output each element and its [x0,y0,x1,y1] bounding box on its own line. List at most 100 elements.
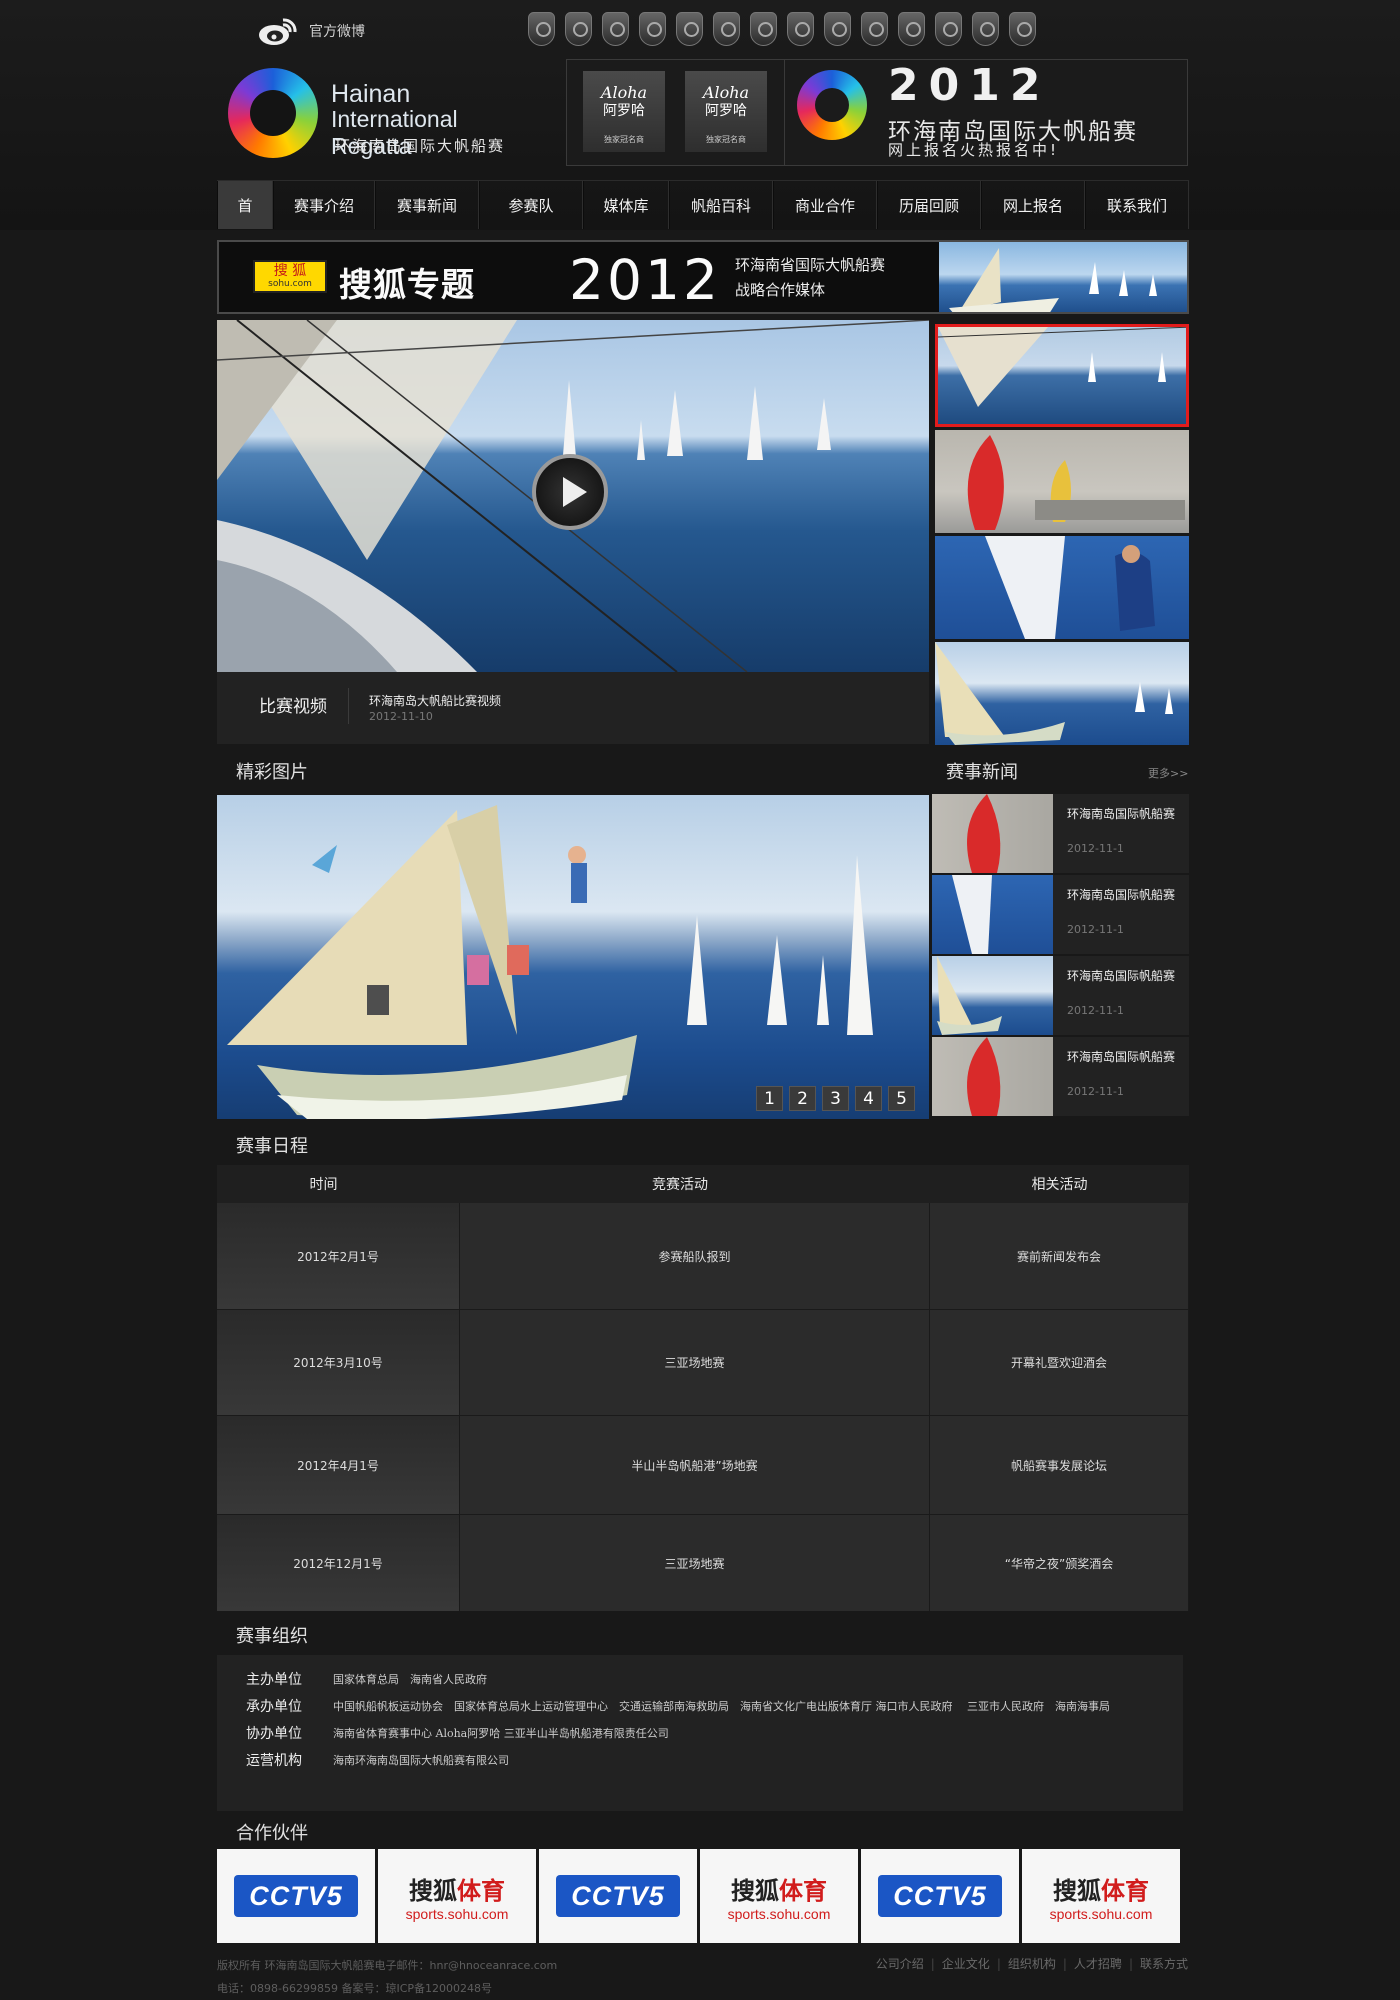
aloha-sponsor-logo[interactable]: Aloha 阿罗哈 独家冠名商 [583,71,665,152]
sohu-sports-url: sports.sohu.com [405,1905,509,1922]
aloha-sponsor-logo[interactable]: Aloha 阿罗哈 独家冠名商 [685,71,767,152]
site-logo[interactable]: Hainan International Regatta 环海南岛国际大帆船赛 [228,66,538,166]
news-item[interactable]: 环海南岛国际帆船赛 2012-11-1 [932,1037,1189,1116]
news-item[interactable]: 环海南岛国际帆船赛 2012-11-1 [932,875,1189,954]
gallery-page-2[interactable]: 2 [789,1086,816,1111]
nav-home[interactable]: 首 [217,181,273,229]
weibo-label: 官方微博 [309,24,365,40]
team-badge-icon[interactable] [1009,12,1036,46]
weibo-icon [259,18,297,45]
nav-history[interactable]: 历届回顾 [877,181,981,229]
news-more-link[interactable]: 更多>> [1148,765,1188,781]
regatta-swirl-logo-icon [797,70,867,140]
team-badge-icon[interactable] [528,12,555,46]
partner-cctv5-logo[interactable]: CCTV5 [539,1849,697,1943]
team-badge-icon[interactable] [565,12,592,46]
nav-teams[interactable]: 参赛队 [479,181,583,229]
schedule-row: 2012年2月1号 参赛船队报到 赛前新闻发布会 [217,1203,1189,1310]
match-video-panel: 比赛视频 环海南岛大帆船比赛视频 2012-11-10 [217,320,929,744]
team-badge-icon[interactable] [787,12,814,46]
nav-event-intro[interactable]: 赛事介绍 [273,181,375,229]
partner-sohu-sports-logo[interactable]: 搜狐体育 sports.sohu.com [1022,1849,1180,1943]
team-badge-icon[interactable] [898,12,925,46]
promo-year: 2012 [888,60,1051,111]
organization-panel: 主办单位 国家体育总局 海南省人民政府 承办单位 中国帆船帆板运动协会 国家体育… [217,1655,1183,1811]
news-item[interactable]: 环海南岛国际帆船赛 2012-11-1 [932,956,1189,1035]
sohu-logo-cn: 搜 狐 [273,263,307,279]
aloha-cn: 阿罗哈 [705,103,747,119]
footer-link-contact[interactable]: 联系方式 [1140,1957,1188,1971]
org-label: 协办单位 [246,1726,302,1742]
main-nav: 首 赛事介绍 赛事新闻 参赛队 媒体库 帆船百科 商业合作 历届回顾 网上报名 … [217,180,1189,229]
partner-cctv5-logo[interactable]: CCTV5 [861,1849,1019,1943]
news-list: 环海南岛国际帆船赛 2012-11-1 环海南岛国际帆船赛 2012-11-1 环海… [932,794,1189,1118]
nav-contact[interactable]: 联系我们 [1085,181,1189,229]
org-row: 承办单位 中国帆船帆板运动协会 国家体育总局水上运动管理中心 交通运输部南海救助… [246,1696,1183,1717]
schedule-cell-related: 赛前新闻发布会 [930,1203,1189,1309]
org-value: 海南省体育赛事中心 Aloha阿罗哈 三亚半山半岛帆船港有限责任公司 [333,1727,669,1740]
nav-register[interactable]: 网上报名 [981,181,1085,229]
video-still[interactable] [217,320,929,672]
divider [784,60,785,165]
org-label: 承办单位 [246,1699,302,1715]
team-badge-icon[interactable] [676,12,703,46]
promo-subtitle: 网上报名火热报名中! [888,141,1060,159]
schedule-row: 2012年12月1号 三亚场地赛 “华帝之夜”颁奖酒会 [217,1515,1189,1611]
nav-media[interactable]: 媒体库 [583,181,669,229]
team-badge-icon[interactable] [824,12,851,46]
gallery-page-5[interactable]: 5 [888,1086,915,1111]
team-badge-icon[interactable] [639,12,666,46]
gallery-page-4[interactable]: 4 [855,1086,882,1111]
nav-business[interactable]: 商业合作 [773,181,877,229]
sohu-special-banner[interactable]: 搜 狐 sohu.com 搜狐专题 2012 环海南省国际大帆船赛 战略合作媒体 [217,240,1189,314]
schedule-cell-time: 2012年2月1号 [217,1203,460,1309]
video-title[interactable]: 环海南岛大帆船比赛视频 [369,692,501,709]
gallery-page-1[interactable]: 1 [756,1086,783,1111]
footer-link-organization[interactable]: 组织机构 [1008,1957,1056,1971]
schedule-cell-race: 半山半岛帆船港”场地赛 [460,1416,930,1514]
news-thumbnail [932,794,1053,873]
sohu-banner-year: 2012 [569,248,721,312]
divider [348,688,349,724]
nav-news[interactable]: 赛事新闻 [375,181,479,229]
sohu-banner-line-1: 环海南省国际大帆船赛 [735,256,886,274]
footer-link-about[interactable]: 公司介绍 [876,1957,924,1971]
header-promo[interactable]: Aloha 阿罗哈 独家冠名商 Aloha 阿罗哈 独家冠名商 2012 环海南… [566,59,1188,166]
partner-sohu-sports-logo[interactable]: 搜狐体育 sports.sohu.com [378,1849,536,1943]
news-title[interactable]: 环海南岛国际帆船赛 [1067,967,1175,984]
sohu-sports-name: 搜狐 [731,1876,779,1905]
partner-sohu-sports-logo[interactable]: 搜狐体育 sports.sohu.com [700,1849,858,1943]
team-badge-icon[interactable] [935,12,962,46]
footer-link-careers[interactable]: 人才招聘 [1074,1957,1122,1971]
news-title[interactable]: 环海南岛国际帆船赛 [1067,805,1175,822]
schedule-table: 时间 竞赛活动 相关活动 2012年2月1号 参赛船队报到 赛前新闻发布会 20… [217,1165,1189,1611]
org-row: 主办单位 国家体育总局 海南省人民政府 [246,1669,1183,1690]
cctv5-logo-text: CCTV5 [878,1875,1002,1917]
team-badge-icon[interactable] [972,12,999,46]
video-thumbnail[interactable] [935,324,1189,427]
footer-contact: 电话：0898-66299859 备案号：琼ICP备12000248号 [217,1982,492,1995]
team-badge-icon[interactable] [750,12,777,46]
footer-link-culture[interactable]: 企业文化 [942,1957,990,1971]
partner-cctv5-logo[interactable]: CCTV5 [217,1849,375,1943]
news-title[interactable]: 环海南岛国际帆船赛 [1067,886,1175,903]
team-badge-icon[interactable] [602,12,629,46]
nav-sailing-wiki[interactable]: 帆船百科 [669,181,773,229]
photo-gallery[interactable]: 1 2 3 4 5 [217,795,929,1119]
play-button[interactable] [532,454,608,530]
news-date: 2012-11-1 [1067,1004,1124,1017]
weibo-link[interactable]: 官方微博 [257,14,365,48]
gallery-page-3[interactable]: 3 [822,1086,849,1111]
video-thumbnail[interactable] [935,642,1189,745]
video-thumbnail[interactable] [935,536,1189,639]
video-thumbnail[interactable] [935,430,1189,533]
org-label: 主办单位 [246,1672,302,1688]
team-badge-icon[interactable] [713,12,740,46]
sohu-banner-line-2: 战略合作媒体 [735,281,826,299]
team-badge-icon[interactable] [861,12,888,46]
org-row: 运营机构 海南环海南岛国际大帆船赛有限公司 [246,1750,1183,1771]
cctv5-logo-text: CCTV5 [556,1875,680,1917]
partner-logos: CCTV5 搜狐体育 sports.sohu.com CCTV5 搜狐体育 spor… [217,1849,1183,1943]
news-item[interactable]: 环海南岛国际帆船赛 2012-11-1 [932,794,1189,873]
news-title[interactable]: 环海南岛国际帆船赛 [1067,1048,1175,1065]
